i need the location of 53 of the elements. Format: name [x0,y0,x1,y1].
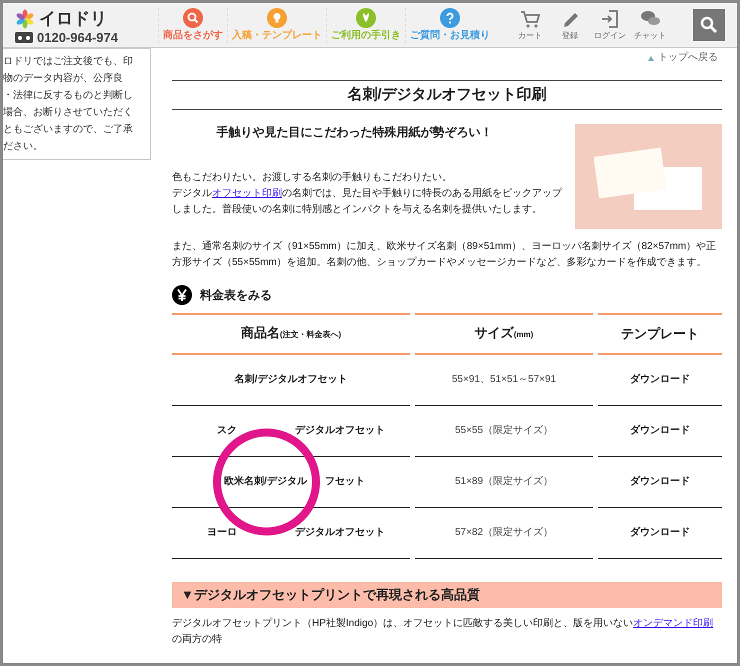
notice-text: ともございますので、ご了承 [3,123,134,137]
cart-icon [519,8,541,30]
bulb-icon [267,8,287,28]
notice-text: ・法律に反するものと判断し [3,88,134,103]
download-link[interactable]: ダウンロード [598,457,722,508]
phone-number: 0120-964-974 [37,31,118,44]
product-link[interactable]: デジタルオフセット [295,525,385,541]
table-cell: 55×55（限定サイズ） [415,406,593,457]
logo-text[interactable]: イロドリ [39,6,107,32]
column-header: テンプレート [598,313,722,355]
notice-text: 物のデータ内容が、公序良 [3,72,124,86]
triangle-icon [648,56,654,60]
table-cell: 51×89（限定サイズ） [415,457,593,508]
search-icon [183,8,203,28]
text-link[interactable]: オフセット印刷 [212,188,282,199]
yen-icon [172,285,192,305]
section-text: デジタルオフセットプリント（HP社製Indigo）は、オフセットに匹敵する美しい印刷と、版を用いないオンデマンド印刷 の両方の特 [172,616,714,647]
intro-text: 色もこだわりたい。お渡しする名刺の手触りもこだわりたい。 [172,170,453,185]
column-header: サイズ(mm) [415,313,593,355]
phone-icon [15,32,33,44]
leaf-icon [356,8,376,28]
door-icon [599,8,621,30]
download-link[interactable]: ダウンロード [598,508,722,559]
page-title: 名刺/デジタルオフセット印刷 [172,80,722,110]
product-link[interactable]: フセット [324,474,365,490]
question-icon [440,8,460,28]
notice-text: 場合、お断りさせていただく [3,106,134,120]
table-cell: 57×82（限定サイズ） [415,508,593,559]
download-link[interactable]: ダウンロード [598,406,722,457]
product-link[interactable]: ヨーロ [207,525,237,541]
flower-logo-icon [15,8,35,28]
intro-text: デジタルオフセット印刷の名刺では、見た目や手触りに特長のある用紙をピックアップしました。普段使いの名刺に特別感とインパクトを与える名刺を提供いたします。 [172,186,564,217]
text-link[interactable]: オンデマンド印刷 [633,618,714,629]
product-link[interactable]: デジタルオフセット [295,423,385,439]
search-icon [700,16,718,34]
search-button[interactable] [693,9,725,41]
intro-text: また、通常名刺のサイズ（91×55mm）に加え、欧米サイズ名刺（89×51mm）、ヨーロッパ名刺サイズ（82×57mm）や正方形サイズ（55×55mm）を追加。名刺の他、ショップカードやメッセージカードなど、多彩なカードを作成できます。 [172,240,718,270]
product-link[interactable]: 名刺/デジタルオフセット [234,372,348,388]
toolbar-link[interactable]: ログイン [590,8,630,42]
notice-text: ロドリではご注文後でも、印 [3,54,134,69]
product-link[interactable]: 欧米名刺/デジタル [224,474,307,490]
table-cell: 55×91、51×51～57×91 [415,355,593,406]
toolbar-link[interactable]: チャット [630,8,670,42]
toolbar-link[interactable]: 登録 [550,8,590,42]
download-link[interactable]: ダウンロード [598,355,722,406]
toolbar-link[interactable]: カート [510,8,550,42]
catch-heading: 手触りや見た目にこだわった特殊用紙が勢ぞろい！ [216,124,494,140]
notice-text: ださい。 [3,140,44,154]
price-table-link[interactable]: 料金表をみる [200,287,272,303]
section-heading: ▼デジタルオフセットプリントで再現される高品質 [172,582,722,608]
product-link[interactable]: スク [217,423,237,439]
column-header: 商品名(注文・料金表へ) [172,313,410,355]
back-to-top-link[interactable]: トップへ戻る [648,50,718,66]
